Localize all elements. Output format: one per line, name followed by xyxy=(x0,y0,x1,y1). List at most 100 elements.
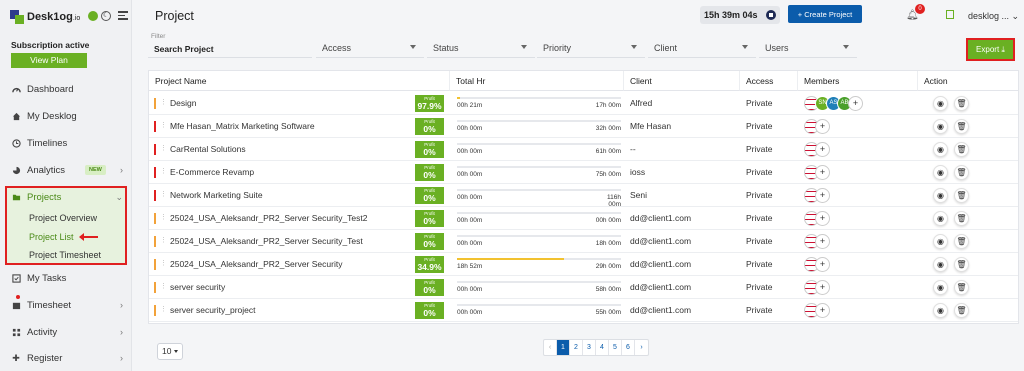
view-eye-icon[interactable]: ◉ xyxy=(933,188,948,203)
project-name[interactable]: server security xyxy=(170,282,225,292)
add-member-button[interactable]: + xyxy=(815,234,830,249)
priority-indicator xyxy=(154,190,156,201)
sidebar-subitem-project-timesheet[interactable]: Project Timesheet xyxy=(29,250,101,260)
add-member-button[interactable]: + xyxy=(815,142,830,157)
per-page-select[interactable]: 10 xyxy=(157,343,183,360)
menu-toggle-icon[interactable] xyxy=(118,11,128,20)
page-button[interactable]: 5 xyxy=(609,340,622,355)
search-project-input[interactable]: Search Project xyxy=(148,39,312,58)
table-row[interactable]: ⋮ Mfe Hasan_Matrix Marketing Software Prof… xyxy=(149,115,1018,138)
logo[interactable]: Desk1og.io xyxy=(10,8,80,26)
access-filter[interactable]: Access xyxy=(316,39,424,58)
page-button[interactable]: 6 xyxy=(622,340,635,355)
sidebar-item-projects[interactable]: Projects ⌄ xyxy=(11,190,127,204)
table-row[interactable]: ⋮ server security Profit 0% 00h 00m 58h 00m dd… xyxy=(149,276,1018,299)
view-eye-icon[interactable]: ◉ xyxy=(933,234,948,249)
delete-trash-icon[interactable]: 🗑︎ xyxy=(954,119,969,134)
delete-trash-icon[interactable]: 🗑︎ xyxy=(954,96,969,111)
add-member-button[interactable]: + xyxy=(815,119,830,134)
sidebar-item-timesheet[interactable]: Timesheet › xyxy=(11,298,127,312)
view-eye-icon[interactable]: ◉ xyxy=(933,303,948,318)
drag-handle-icon[interactable]: ⋮ xyxy=(160,144,167,152)
status-toggle[interactable] xyxy=(88,11,98,21)
sidebar-subitem-project-overview[interactable]: Project Overview xyxy=(29,213,97,223)
project-name[interactable]: Design xyxy=(170,98,196,108)
priority-filter[interactable]: Priority xyxy=(537,39,645,58)
delete-trash-icon[interactable]: 🗑︎ xyxy=(954,142,969,157)
drag-handle-icon[interactable]: ⋮ xyxy=(160,190,167,198)
stop-timer-icon[interactable] xyxy=(766,10,776,20)
add-member-button[interactable]: + xyxy=(815,303,830,318)
create-project-button[interactable]: + Create Project xyxy=(788,5,862,23)
users-filter[interactable]: Users xyxy=(759,39,857,58)
add-member-button[interactable]: + xyxy=(815,188,830,203)
table-row[interactable]: ⋮ E-Commerce Revamp Profit 0% 00h 00m 75h 00m… xyxy=(149,161,1018,184)
next-page-button[interactable]: › xyxy=(635,340,648,355)
add-member-button[interactable]: + xyxy=(815,257,830,272)
page-button[interactable]: 3 xyxy=(583,340,596,355)
view-eye-icon[interactable]: ◉ xyxy=(933,211,948,226)
drag-handle-icon[interactable]: ⋮ xyxy=(160,282,167,290)
project-name[interactable]: Network Marketing Suite xyxy=(170,190,263,200)
add-member-button[interactable]: + xyxy=(815,280,830,295)
view-plan-button[interactable]: View Plan xyxy=(11,53,87,68)
delete-trash-icon[interactable]: 🗑︎ xyxy=(954,303,969,318)
delete-trash-icon[interactable]: 🗑︎ xyxy=(954,257,969,272)
add-member-button[interactable]: + xyxy=(815,165,830,180)
theme-moon-icon[interactable]: ☾ xyxy=(101,11,111,21)
drag-handle-icon[interactable]: ⋮ xyxy=(160,121,167,129)
status-filter[interactable]: Status xyxy=(427,39,535,58)
page-button[interactable]: 2 xyxy=(570,340,583,355)
table-row[interactable]: ⋮ Network Marketing Suite Profit 0% 00h 00m 1… xyxy=(149,184,1018,208)
table-row[interactable]: ⋮ CarRental Solutions Profit 0% 00h 00m 61h 0… xyxy=(149,138,1018,161)
project-name[interactable]: E-Commerce Revamp xyxy=(170,167,254,177)
sidebar-subitem-project-list[interactable]: Project List xyxy=(29,232,74,242)
table-row[interactable]: ⋮ server security_project Profit 0% 00h 00m 5… xyxy=(149,299,1018,322)
add-member-button[interactable]: + xyxy=(848,96,863,111)
table-row[interactable]: ⋮ Design Profit 97.9% 00h 21m 17h 00m Alfred Pr… xyxy=(149,92,1018,115)
delete-trash-icon[interactable]: 🗑︎ xyxy=(954,280,969,295)
sidebar-item-activity[interactable]: Activity › xyxy=(11,325,127,339)
page-button[interactable]: 4 xyxy=(596,340,609,355)
profit-value: 34.9% xyxy=(417,262,442,272)
project-name[interactable]: 25024_USA_Aleksandr_PR2_Server Security xyxy=(170,259,342,269)
view-eye-icon[interactable]: ◉ xyxy=(933,96,948,111)
view-eye-icon[interactable]: ◉ xyxy=(933,165,948,180)
clock-icon xyxy=(11,138,21,148)
project-name[interactable]: Mfe Hasan_Matrix Marketing Software xyxy=(170,121,315,131)
add-member-button[interactable]: + xyxy=(815,211,830,226)
sidebar-item-timelines[interactable]: Timelines xyxy=(11,136,127,150)
drag-handle-icon[interactable]: ⋮ xyxy=(160,213,167,221)
user-menu[interactable]: desklog ... ⌄ xyxy=(968,11,1019,22)
table-row[interactable]: ⋮ 25024_USA_Aleksandr_PR2_Server Security… xyxy=(149,207,1018,230)
table-row[interactable]: ⋮ 25024_USA_Aleksandr_PR2_Server Security… xyxy=(149,230,1018,253)
project-name[interactable]: 25024_USA_Aleksandr_PR2_Server Security_… xyxy=(170,236,363,246)
delete-trash-icon[interactable]: 🗑︎ xyxy=(954,234,969,249)
view-eye-icon[interactable]: ◉ xyxy=(933,280,948,295)
drag-handle-icon[interactable]: ⋮ xyxy=(160,259,167,267)
project-name[interactable]: CarRental Solutions xyxy=(170,144,246,154)
drag-handle-icon[interactable]: ⋮ xyxy=(160,98,167,106)
table-row[interactable]: ⋮ 25024_USA_Aleksandr_PR2_Server Security… xyxy=(149,253,1018,276)
view-eye-icon[interactable]: ◉ xyxy=(933,119,948,134)
page-button[interactable]: 1 xyxy=(557,340,570,355)
sidebar-item-analytics[interactable]: Analytics NEW › xyxy=(11,163,127,177)
view-eye-icon[interactable]: ◉ xyxy=(933,257,948,272)
client-filter[interactable]: Client xyxy=(648,39,756,58)
sidebar-item-my-tasks[interactable]: My Tasks xyxy=(11,271,127,285)
project-name[interactable]: server security_project xyxy=(170,305,256,315)
sidebar-item-my-desklog[interactable]: My Desklog xyxy=(11,109,127,123)
project-name[interactable]: 25024_USA_Aleksandr_PR2_Server Security_… xyxy=(170,213,368,223)
view-eye-icon[interactable]: ◉ xyxy=(933,142,948,157)
prev-page-button[interactable]: ‹ xyxy=(544,340,557,355)
sidebar-item-register[interactable]: ✚ Register › xyxy=(11,351,127,365)
user-avatar-icon[interactable] xyxy=(946,10,954,19)
drag-handle-icon[interactable]: ⋮ xyxy=(160,305,167,313)
drag-handle-icon[interactable]: ⋮ xyxy=(160,167,167,175)
sidebar-item-dashboard[interactable]: Dashboard xyxy=(11,82,127,96)
delete-trash-icon[interactable]: 🗑︎ xyxy=(954,211,969,226)
export-button[interactable]: Export ⤓ xyxy=(966,38,1015,61)
drag-handle-icon[interactable]: ⋮ xyxy=(160,236,167,244)
delete-trash-icon[interactable]: 🗑︎ xyxy=(954,188,969,203)
delete-trash-icon[interactable]: 🗑︎ xyxy=(954,165,969,180)
